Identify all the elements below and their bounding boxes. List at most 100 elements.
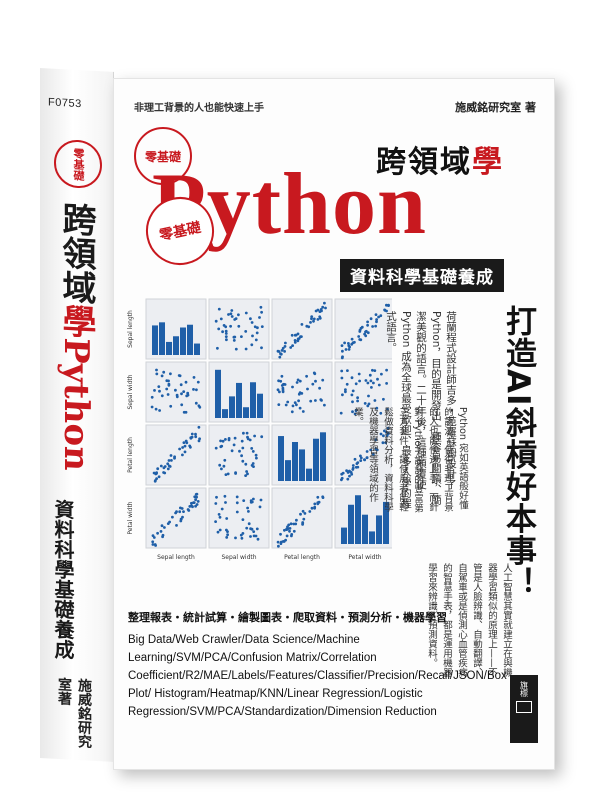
scatter-point: [356, 399, 359, 403]
scatter-point: [187, 509, 191, 512]
scatter-point: [321, 378, 325, 382]
hist-bar: [320, 432, 326, 481]
scatter-point: [310, 506, 314, 510]
scatter-point: [234, 317, 238, 320]
hist-bar: [257, 393, 263, 418]
scatter-point: [151, 540, 155, 544]
scatter-point: [221, 330, 224, 334]
cover-tagline: 非理工背景的人也能快速上手: [134, 103, 264, 114]
scatter-point: [314, 399, 317, 402]
scatter-point: [366, 331, 370, 335]
scatter-point: [254, 453, 258, 457]
scatter-point: [350, 393, 354, 397]
scatter-point: [350, 472, 354, 476]
hist-bar: [173, 336, 179, 355]
scatter-point: [296, 332, 300, 336]
scatter-point: [191, 505, 194, 509]
scatter-point: [341, 355, 344, 359]
scatter-point: [350, 376, 354, 380]
scatter-point: [343, 341, 346, 345]
scatter-point: [153, 479, 157, 483]
scatter-point: [159, 530, 163, 533]
cover-keywords: Big Data/Web Crawler/Data Science/Machin…: [128, 634, 507, 718]
scatter-point: [159, 464, 163, 468]
scatter-point: [161, 535, 164, 539]
axis-label-y: Petal length: [127, 437, 134, 473]
scatter-point: [171, 515, 174, 519]
scatter-point: [214, 520, 217, 523]
scatter-point: [298, 406, 302, 410]
scatter-point: [277, 403, 281, 406]
scatter-point: [177, 374, 181, 377]
scatter-point: [150, 395, 154, 399]
scatter-point: [313, 502, 317, 506]
scatter-point: [246, 506, 249, 510]
scatter-point: [292, 529, 296, 533]
scatter-point: [189, 436, 193, 439]
scatter-point: [254, 338, 258, 342]
scatter-point: [344, 390, 347, 394]
scatter-point: [324, 306, 327, 310]
scatter-point: [185, 441, 189, 445]
scatter-point: [247, 522, 251, 526]
scatter-point: [301, 522, 305, 525]
scatter-point: [260, 346, 263, 350]
scatter-point: [253, 434, 256, 438]
scatter-point: [214, 502, 218, 505]
scatter-point: [235, 495, 239, 499]
scatter-point: [375, 318, 378, 321]
scatter-point: [369, 317, 373, 321]
scatter-point: [277, 544, 280, 548]
scatter-point: [232, 443, 236, 447]
scatter-point: [216, 346, 219, 350]
scatter-point: [283, 350, 286, 353]
scatter-point: [300, 323, 304, 326]
scatter-point: [216, 530, 220, 534]
scatter-point: [181, 515, 184, 519]
publisher-name: 旗標: [519, 681, 529, 697]
scatter-point: [225, 338, 228, 342]
scatter-point: [357, 372, 361, 376]
scatter-point: [358, 379, 361, 383]
scatter-point: [374, 313, 378, 316]
pair-panel: [271, 361, 333, 423]
scatter-point: [312, 317, 316, 321]
hist-bar: [285, 460, 291, 481]
axis-label-x: Petal width: [348, 554, 381, 561]
scatter-point: [368, 373, 372, 377]
scatter-point: [296, 378, 300, 382]
axis-label-y: Sepal length: [127, 310, 134, 348]
scatter-point: [249, 535, 252, 538]
scatter-point: [296, 337, 300, 341]
scatter-point: [346, 477, 350, 481]
scatter-point: [305, 374, 308, 378]
scatter-point: [351, 468, 355, 471]
scatter-point: [312, 319, 315, 323]
scatter-point: [255, 527, 259, 531]
scatter-point: [357, 335, 361, 338]
scatter-point: [318, 386, 321, 390]
front-cover: 非理工背景的人也能快速上手 施威銘研究室 著 零基礎 跨領域學 Python 零…: [113, 78, 555, 770]
scatter-point: [279, 542, 283, 545]
scatter-point: [230, 449, 234, 453]
spine-subtitle: 資料科學基礎養成: [51, 498, 75, 660]
scatter-point: [355, 462, 359, 465]
cover-paragraph-2: Python 宛如英語般好懂的語法，使得非理工背景的人也能快速上手，而針對 Py…: [352, 407, 468, 513]
scatter-point: [214, 446, 218, 450]
scatter-point: [356, 396, 359, 400]
scatter-point: [291, 404, 295, 408]
scatter-point: [374, 324, 377, 328]
scatter-point: [260, 325, 264, 328]
scatter-point: [174, 388, 177, 392]
scatter-point: [289, 522, 293, 526]
scatter-point: [252, 497, 255, 501]
scatter-point: [235, 510, 239, 514]
scatter-point: [188, 505, 192, 508]
scatter-point: [244, 462, 248, 466]
scatter-point: [219, 439, 222, 443]
scatter-point: [353, 457, 357, 461]
scatter-point: [318, 316, 322, 320]
scatter-point: [194, 498, 197, 502]
scatter-point: [288, 529, 291, 533]
pair-panel: [208, 424, 270, 486]
